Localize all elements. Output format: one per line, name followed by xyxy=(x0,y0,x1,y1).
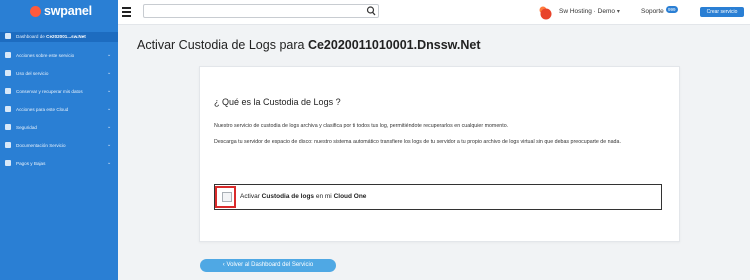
sidebar-item-label: Acciones sobre este servicio xyxy=(16,53,75,58)
backup-icon xyxy=(5,88,11,94)
brand-logo[interactable]: swpanel xyxy=(0,0,118,24)
sidebar-item-label: Uso del servicio xyxy=(16,71,49,76)
sidebar-item-actions[interactable]: Acciones sobre este servicio ⌄ xyxy=(0,51,118,61)
chart-icon xyxy=(5,70,11,76)
chevron-down-icon: ⌄ xyxy=(107,52,112,58)
search-icon[interactable] xyxy=(366,5,376,17)
sidebar-item-payments[interactable]: Pagos y Bajas ⌄ xyxy=(0,159,118,169)
chevron-down-icon: ▾ xyxy=(616,9,620,15)
description-paragraph: Nuestro servicio de custodia de logs arc… xyxy=(214,123,509,129)
top-bar: swpanel Sw Hosting · Demo ▾ Soporte 999 … xyxy=(0,0,750,25)
document-icon xyxy=(5,142,11,148)
checkbox-label[interactable]: Activar Custodia de logs en mi Cloud One xyxy=(240,193,366,200)
sidebar-item-documentation[interactable]: Documentación Servicio ⌄ xyxy=(0,141,118,151)
description-paragraph: Descarga tu servidor de espacio de disco… xyxy=(214,139,621,145)
sidebar-item-label: Conservar y recuperar mis datos xyxy=(16,89,83,94)
service-name: Ce2020011010001.Dnssw.Net xyxy=(307,38,481,52)
sidebar-item-backup[interactable]: Conservar y recuperar mis datos ⌄ xyxy=(0,87,118,97)
shield-icon xyxy=(5,124,11,130)
account-avatar-icon[interactable] xyxy=(537,5,553,20)
sidebar: Dashboard de Ce202001...sw.Net Acciones … xyxy=(0,24,118,280)
section-heading: ¿ Qué es la Custodia de Logs ? xyxy=(214,97,341,107)
chevron-down-icon: ⌄ xyxy=(107,88,112,94)
activate-log-custody-checkbox[interactable] xyxy=(222,192,232,202)
account-menu[interactable]: Sw Hosting · Demo ▾ xyxy=(559,8,620,15)
chevron-down-icon: ⌄ xyxy=(107,160,112,166)
chevron-down-icon: ⌄ xyxy=(107,70,112,76)
chevron-down-icon: ⌄ xyxy=(107,142,112,148)
sidebar-item-cloud-actions[interactable]: Acciones para este Cloud ⌄ xyxy=(0,105,118,115)
sidebar-item-label: Pagos y Bajas xyxy=(16,161,46,166)
payment-icon xyxy=(5,160,11,166)
page-title: Activar Custodia de Logs para Ce20200110… xyxy=(137,38,481,52)
search-input[interactable] xyxy=(143,4,379,18)
create-service-button[interactable]: Crear servicio xyxy=(700,7,744,17)
sidebar-item-usage[interactable]: Uso del servicio ⌄ xyxy=(0,69,118,79)
sidebar-item-label: Dashboard de xyxy=(16,34,47,39)
gear-icon xyxy=(5,52,11,58)
chevron-left-icon: ‹ xyxy=(222,262,225,268)
sidebar-item-label: Seguridad xyxy=(16,125,37,130)
sidebar-item-service-name: Ce202001...sw.Net xyxy=(46,34,86,39)
chevron-down-icon: ⌄ xyxy=(107,124,112,130)
sidebar-item-dashboard[interactable]: Dashboard de Ce202001...sw.Net xyxy=(0,32,118,42)
chevron-down-icon: ⌄ xyxy=(107,106,112,112)
back-to-dashboard-button[interactable]: ‹ Volver al Dashboard del Servicio xyxy=(200,259,336,272)
menu-toggle-icon[interactable] xyxy=(122,7,131,17)
swpanel-logo-icon xyxy=(30,6,41,17)
support-badge: 999 xyxy=(666,6,678,13)
brand-name: swpanel xyxy=(44,4,92,18)
support-link[interactable]: Soporte xyxy=(641,8,664,15)
sidebar-item-label: Acciones para este Cloud xyxy=(16,107,69,112)
sidebar-item-security[interactable]: Seguridad ⌄ xyxy=(0,123,118,133)
dashboard-icon xyxy=(5,33,11,39)
content-card xyxy=(199,66,680,242)
sidebar-item-label: Documentación Servicio xyxy=(16,143,66,148)
cloud-icon xyxy=(5,106,11,112)
